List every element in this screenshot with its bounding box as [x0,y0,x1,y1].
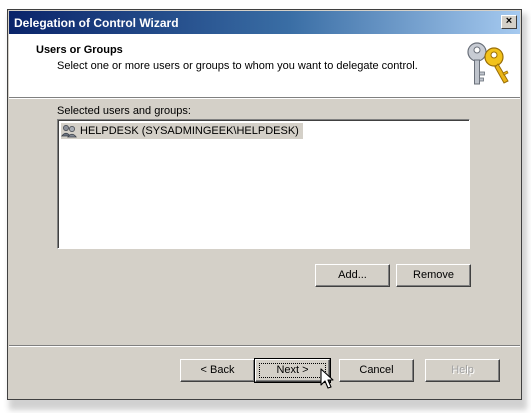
close-icon: × [505,15,513,27]
users-list-label: Selected users and groups: [57,105,191,117]
focus-rectangle [259,363,326,378]
page-subtitle: Select one or more users or groups to wh… [57,60,418,72]
wizard-header: Users or Groups Select one or more users… [9,34,520,98]
help-button[interactable]: Help [425,359,500,382]
list-item[interactable]: HELPDESK (SYSADMINGEEK\HELPDESK) [61,123,303,139]
title-bar[interactable]: Delegation of Control Wizard × [9,11,520,34]
remove-button[interactable]: Remove [396,264,471,287]
mouse-cursor-icon [320,368,334,389]
users-listbox[interactable]: HELPDESK (SYSADMINGEEK\HELPDESK) [57,119,470,249]
add-button[interactable]: Add... [315,264,390,287]
header-divider [9,98,520,99]
cancel-button[interactable]: Cancel [339,359,414,382]
group-icon [61,125,77,138]
next-button[interactable]: Next > [254,358,331,383]
list-item-label: HELPDESK (SYSADMINGEEK\HELPDESK) [80,125,299,137]
footer-divider-highlight [9,346,520,347]
wizard-dialog: Delegation of Control Wizard × Users or … [7,9,522,400]
page-title: Users or Groups [36,44,123,56]
back-button[interactable]: < Back [180,359,255,382]
keys-icon [467,42,509,85]
close-button[interactable]: × [501,15,517,29]
window-title: Delegation of Control Wizard [14,16,179,30]
